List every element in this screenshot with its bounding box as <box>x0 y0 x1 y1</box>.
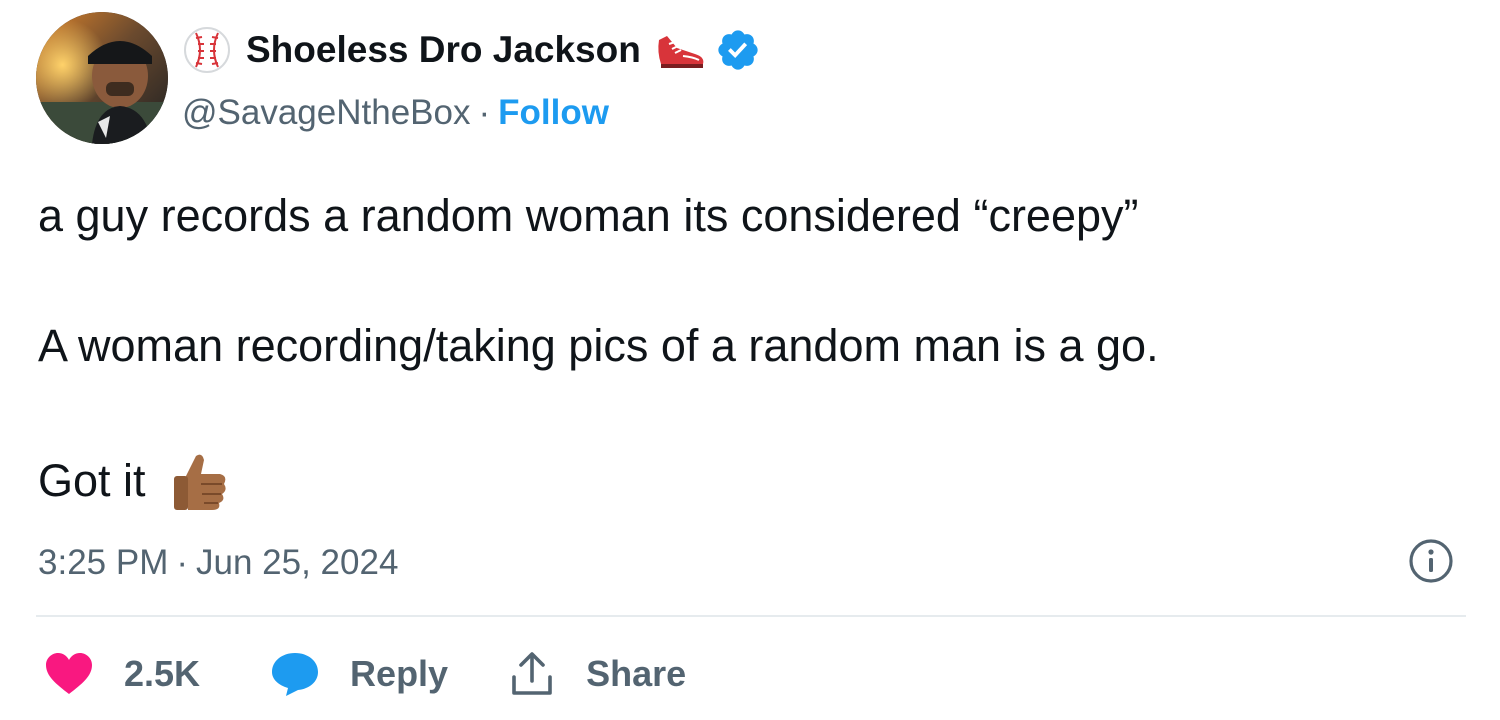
timestamp-separator: · <box>176 543 189 582</box>
author-name-row: Shoeless Dro Jackson <box>182 24 761 76</box>
tweet-text-line-1: a guy records a random woman its conside… <box>38 190 1139 241</box>
share-upload-icon <box>512 652 552 695</box>
tweet-date: Jun 25, 2024 <box>196 543 399 582</box>
heart-icon <box>46 653 92 694</box>
tweet-timestamp[interactable]: 3:25 PM · Jun 25, 2024 <box>38 540 398 586</box>
tweet-actions: 2.5K Reply Share <box>44 644 686 704</box>
reply-label: Reply <box>350 653 449 694</box>
tweet-time: 3:25 PM <box>38 543 169 582</box>
author-handle[interactable]: @SavageNtheBox <box>182 93 470 133</box>
author-display-name[interactable]: Shoeless Dro Jackson <box>246 29 641 71</box>
share-label: Share <box>586 653 687 694</box>
tweet-card: Shoeless Dro Jackson @SavageNtheBox · Fo… <box>0 0 1500 720</box>
share-button[interactable]: Share <box>510 651 686 697</box>
tweet-text-line-3-label: Got it <box>38 455 146 506</box>
tweet-text-line-3: Got it <box>38 448 232 514</box>
running-shoe-icon <box>655 30 707 70</box>
divider <box>36 615 1466 617</box>
reply-button[interactable]: Reply <box>270 651 448 697</box>
handle-separator: · <box>478 93 491 132</box>
info-icon[interactable] <box>1408 538 1454 584</box>
speech-bubble-icon <box>272 653 319 696</box>
follow-button[interactable]: Follow <box>498 93 609 133</box>
baseball-icon <box>182 25 232 75</box>
avatar-image <box>36 12 168 144</box>
avatar[interactable] <box>36 12 168 144</box>
author-handle-row: @SavageNtheBox · Follow <box>182 90 609 136</box>
tweet-text-line-2: A woman recording/taking pics of a rando… <box>38 320 1159 371</box>
thumbs-up-icon <box>166 448 232 514</box>
like-button[interactable]: 2.5K <box>44 652 200 696</box>
verified-badge-icon[interactable] <box>715 27 761 73</box>
like-count: 2.5K <box>124 653 201 694</box>
